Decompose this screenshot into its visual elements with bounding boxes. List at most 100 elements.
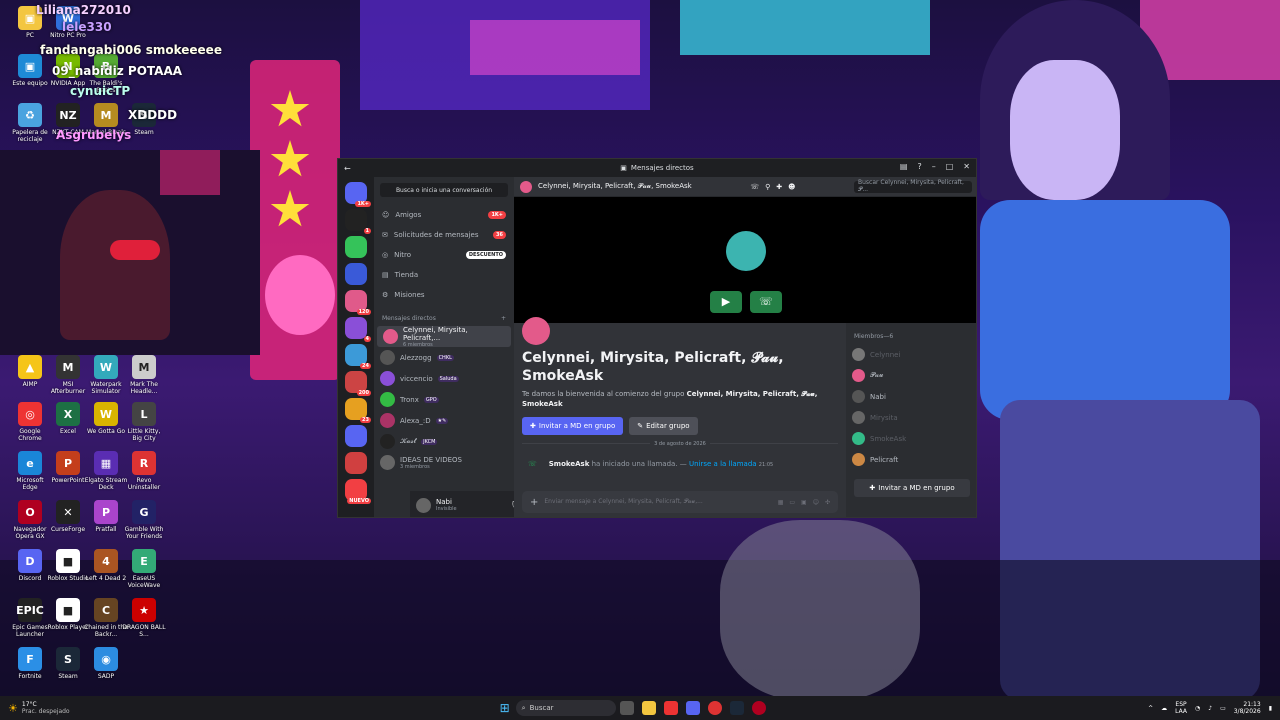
server-icon[interactable] (345, 236, 367, 258)
desktop-icon[interactable]: ★ DRAGON BALL S... (122, 598, 166, 638)
dm-item[interactable]: viccencio Saluda (374, 368, 514, 389)
server-icon[interactable]: 1K+ (345, 182, 371, 207)
help-icon[interactable]: ? (917, 162, 921, 171)
chevron-up-icon[interactable]: ^ (1148, 705, 1153, 712)
wifi-icon[interactable]: ◔ (1195, 705, 1200, 712)
invite-dm-button[interactable]: ✚ Invitar a MD en grupo (522, 417, 624, 435)
desktop-icon[interactable]: ◉ SADP (84, 647, 128, 680)
language-indicator[interactable]: ESP LAA (1175, 701, 1187, 715)
edit-group-button[interactable]: ✎ Editar grupo (629, 417, 698, 435)
member-item[interactable]: Nabi (846, 386, 976, 407)
add-dm-icon[interactable]: + (501, 315, 506, 322)
server-icon[interactable]: NUEVO (345, 479, 371, 504)
nav-item[interactable]: ◎ Nitro DESCUENTO (374, 245, 514, 265)
server-icon[interactable] (345, 263, 367, 285)
gif-icon[interactable]: ▭ (789, 499, 795, 506)
task-view-icon[interactable] (619, 701, 634, 715)
file-explorer-icon[interactable] (641, 701, 656, 715)
message-placeholder: Enviar mensaje a Celynnei, Mirysita, Pel… (544, 498, 703, 505)
server-icon[interactable]: 24 (345, 344, 371, 369)
video-call-button[interactable]: ▶ (710, 291, 742, 313)
server-badge: NUEVO (347, 498, 371, 504)
cloud-icon[interactable]: ☁ (1161, 705, 1167, 712)
clock-date: 3/8/2026 (1233, 708, 1261, 715)
plus-icon[interactable]: + (530, 497, 538, 508)
desktop-icon-label: DRAGON BALL S... (122, 624, 166, 638)
desktop-icon[interactable]: E EaseUS VoiceWave (122, 549, 166, 589)
search-input[interactable]: Buscar Celynnei, Mirysita, Pelicraft, 𝓟.… (854, 179, 972, 193)
pin-icon[interactable]: ⚲ (765, 183, 770, 191)
gift-icon[interactable]: ▦ (778, 499, 784, 506)
taskbar-search[interactable]: ⌕ Buscar (515, 700, 616, 716)
call-icon[interactable]: ☏ (750, 183, 759, 191)
dm-sidebar: Busca o inicia una conversación ☺ Amigos 1… (374, 177, 550, 517)
desktop-icon[interactable]: R Revo Uninstaller (122, 451, 166, 491)
desktop-icon-label: EaseUS VoiceWave (127, 575, 161, 589)
dm-item[interactable]: Celynnei, Mirysita, Pelicraft,... 6 miemb… (377, 326, 511, 348)
call-msg-user[interactable]: SmokeAsk (549, 460, 590, 468)
opera-taskbar-icon[interactable] (751, 701, 766, 715)
emoji-icon[interactable]: ☺ (813, 499, 819, 506)
voice-call-button[interactable]: ☏ (750, 291, 782, 313)
server-icon[interactable] (345, 452, 367, 474)
message-input[interactable]: + Enviar mensaje a Celynnei, Mirysita, P… (522, 491, 838, 513)
close-button[interactable]: ✕ (963, 162, 970, 171)
member-item[interactable]: 𝓟𝓪𝓾 (846, 365, 976, 386)
app-icon: EPIC (16, 598, 44, 622)
server-icon[interactable]: 4 (345, 317, 371, 342)
join-call-link[interactable]: Unirse a la llamada (689, 460, 757, 468)
dm-item[interactable]: Alexa_:D ★✎ (374, 410, 514, 431)
battery-icon[interactable]: ▭ (1220, 705, 1226, 712)
server-icon[interactable]: 1 (345, 209, 371, 234)
desktop-icon[interactable]: M Mark The Headle... (122, 355, 166, 395)
nav-item-label: Tienda (394, 271, 419, 279)
store-icon[interactable] (663, 701, 678, 715)
sticker-icon[interactable]: ▣ (801, 499, 807, 506)
notification-icon[interactable]: ▮ (1269, 705, 1272, 712)
window-titlebar[interactable]: ← ▣ Mensajes directos ▤ ? – □ ✕ (338, 159, 976, 177)
nav-item[interactable]: ▤ Tienda (374, 265, 514, 285)
back-icon[interactable]: ← (344, 164, 351, 173)
dm-search-button[interactable]: Busca o inicia una conversación (380, 183, 508, 197)
maximize-button[interactable]: □ (946, 162, 954, 171)
inbox-icon[interactable]: ▤ (900, 162, 908, 171)
clock-time: 21:13 (1243, 701, 1261, 708)
app-icon: 4 (94, 549, 118, 573)
dm-item[interactable]: IDEAS DE VIDEOS 3 miembros (374, 452, 514, 473)
weather-widget[interactable]: ☀ 17°C Prac. despejado (8, 701, 70, 715)
avatar[interactable] (416, 497, 431, 513)
member-item[interactable]: SmokeAsk (846, 428, 976, 449)
desktop-icon[interactable]: L Little Kitty, Big City (122, 402, 166, 442)
member-item[interactable]: Celynnei (846, 344, 976, 365)
chrome-taskbar-icon[interactable] (707, 701, 722, 715)
dm-item[interactable]: Tronx GPO (374, 389, 514, 410)
avatar (380, 434, 395, 449)
server-icon[interactable]: 23 (345, 398, 371, 423)
server-icon[interactable]: 120 (345, 290, 371, 315)
desktop-icon[interactable]: G Gamble With Your Friends (122, 500, 166, 540)
member-item[interactable]: Mirysita (846, 407, 976, 428)
app-icon: M (56, 355, 80, 379)
minimize-button[interactable]: – (932, 162, 936, 171)
server-icon[interactable] (345, 425, 367, 447)
app-icon: ✕ (56, 500, 80, 524)
dm-item[interactable]: 𝓚𝓪𝓼𝓽 JKCM (374, 431, 514, 452)
nav-item[interactable]: ✉ Solicitudes de mensajes 36 (374, 225, 514, 245)
nav-item[interactable]: ☺ Amigos 1K+ (374, 205, 514, 225)
members-invite-button[interactable]: ✚ Invitar a MD en grupo (854, 479, 970, 497)
members-icon[interactable]: ☻ (788, 183, 795, 191)
member-item[interactable]: Pelicraft (846, 449, 976, 470)
dm-name: Tronx (400, 395, 419, 404)
steam-taskbar-icon[interactable] (729, 701, 744, 715)
dm-header: Mensajes directos + (374, 305, 514, 326)
clock[interactable]: 21:13 3/8/2026 (1234, 701, 1261, 715)
add-member-icon[interactable]: ✚ (776, 183, 782, 191)
start-button[interactable]: ⊞ (500, 701, 510, 715)
discord-taskbar-icon[interactable] (685, 701, 700, 715)
server-icon[interactable]: 200 (345, 371, 371, 396)
apps-icon[interactable]: ✣ (825, 499, 830, 506)
dm-item[interactable]: Alezzogg CHKL (374, 347, 514, 368)
volume-icon[interactable]: ♪ (1208, 705, 1212, 712)
window-title: Mensajes directos (630, 164, 694, 172)
nav-item[interactable]: ⚙ Misiones (374, 285, 514, 305)
